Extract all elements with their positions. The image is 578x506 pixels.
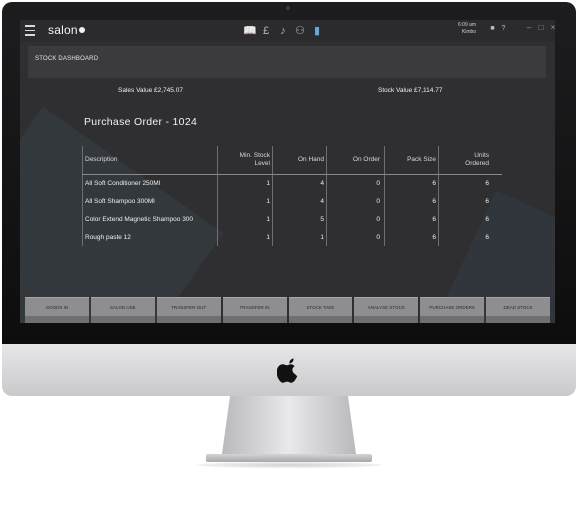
table-row[interactable]: All Soft Shampoo 300Ml 1 4 0 6 6 — [82, 193, 502, 211]
time-text: 6:09 am — [458, 22, 477, 28]
column-header-units-ordered[interactable]: Units Ordered — [439, 146, 489, 174]
cell-on-order: 0 — [376, 198, 380, 205]
pound-icon[interactable]: £ — [260, 24, 272, 38]
monitor-stand-neck — [222, 396, 356, 454]
cell-pack-size: 6 — [432, 216, 436, 223]
menu-icon[interactable] — [25, 25, 35, 36]
table-header: Description Min. Stock Level On Hand On … — [82, 146, 502, 175]
cell-on-order: 0 — [376, 216, 380, 223]
column-header-on-hand[interactable]: On Hand — [273, 146, 324, 174]
cell-on-order: 0 — [376, 180, 380, 187]
clock: 6:09 am Kimbo — [458, 22, 476, 36]
cell-on-hand: 4 — [320, 198, 324, 205]
app-screen: salon 📖 £ ♪ ⚇ ▮ 6:09 am Kimbo ■ ? – □ × … — [20, 20, 555, 323]
secondary-button[interactable] — [354, 316, 419, 323]
restore-icon[interactable]: □ — [537, 24, 545, 32]
cell-min-stock: 1 — [266, 180, 270, 187]
lock-icon[interactable]: ■ — [489, 25, 496, 32]
toolbar-icons: 📖 £ ♪ ⚇ ▮ — [243, 23, 323, 39]
cell-on-hand: 1 — [320, 234, 324, 241]
cell-description: Color Extend Magnetic Shampoo 300 — [85, 216, 194, 223]
cell-min-stock: 1 — [266, 216, 270, 223]
music-icon[interactable]: ♪ — [277, 24, 289, 38]
book-icon[interactable]: 📖 — [243, 24, 257, 38]
secondary-button[interactable] — [222, 316, 287, 323]
monitor-stand-base — [206, 454, 372, 462]
cell-pack-size: 6 — [432, 198, 436, 205]
secondary-button[interactable] — [420, 316, 485, 323]
purchase-orders-button[interactable]: PURCHASE ORDERS — [420, 297, 485, 316]
chart-icon[interactable]: ▮ — [311, 24, 323, 38]
close-icon[interactable]: × — [549, 24, 555, 32]
cell-units-ordered[interactable]: 6 — [439, 211, 489, 229]
table-row[interactable]: All Soft Conditioner 250Ml 1 4 0 6 6 — [82, 175, 502, 193]
goods-in-button[interactable]: GOODS IN — [25, 297, 89, 316]
camera — [286, 6, 290, 10]
window-controls: – □ × — [525, 24, 555, 32]
purchase-order-table: Description Min. Stock Level On Hand On … — [82, 146, 502, 247]
column-header-min-stock[interactable]: Min. Stock Level — [218, 146, 270, 174]
column-header-description[interactable]: Description — [85, 146, 215, 174]
cell-min-stock: 1 — [266, 234, 270, 241]
status-icons: ■ ? — [489, 25, 507, 32]
cell-description: All Soft Conditioner 250Ml — [85, 180, 161, 187]
stock-value: Stock Value £7,114.77 — [378, 87, 443, 94]
purchase-order-title: Purchase Order - 1024 — [84, 116, 198, 128]
cell-description: All Soft Shampoo 300Ml — [85, 198, 155, 205]
dead-stock-button[interactable]: DEAD STOCK — [486, 297, 550, 316]
column-header-on-order[interactable]: On Order — [327, 146, 380, 174]
cell-units-ordered[interactable]: 6 — [439, 175, 489, 193]
sales-value: Sales Value £2,745.07 — [118, 87, 183, 94]
action-bar: GOODS IN SALON USE TRANSFER OUT TRANSFER… — [25, 297, 550, 316]
app-logo: salon — [48, 23, 85, 37]
cell-min-stock: 1 — [266, 198, 270, 205]
secondary-button[interactable] — [25, 316, 89, 323]
transfer-in-button[interactable]: TRANSFER IN — [222, 297, 287, 316]
transfer-out-button[interactable]: TRANSFER OUT — [156, 297, 221, 316]
cell-on-hand: 5 — [320, 216, 324, 223]
cell-on-hand: 4 — [320, 180, 324, 187]
cell-pack-size: 6 — [432, 180, 436, 187]
column-header-pack-size[interactable]: Pack Size — [385, 146, 436, 174]
stock-take-button[interactable]: STOCK TAKE — [288, 297, 353, 316]
secondary-button[interactable] — [288, 316, 353, 323]
secondary-button[interactable] — [486, 316, 550, 323]
top-bar: salon 📖 £ ♪ ⚇ ▮ 6:09 am Kimbo ■ ? – □ × — [20, 20, 555, 42]
action-bar-secondary — [25, 316, 550, 323]
secondary-button[interactable] — [90, 316, 155, 323]
minimize-icon[interactable]: – — [525, 24, 533, 32]
cell-units-ordered[interactable]: 6 — [439, 193, 489, 211]
apple-logo-icon — [277, 358, 298, 383]
cell-pack-size: 6 — [432, 234, 436, 241]
stand-shadow — [196, 462, 382, 468]
page-title: STOCK DASHBOARD — [35, 56, 99, 62]
table-row[interactable]: Color Extend Magnetic Shampoo 300 1 5 0 … — [82, 211, 502, 229]
cell-units-ordered[interactable]: 6 — [439, 229, 489, 247]
cell-description: Rough paste 12 — [85, 234, 131, 241]
secondary-button[interactable] — [156, 316, 221, 323]
analyse-stock-button[interactable]: ANALYSE STOCK — [354, 297, 419, 316]
table-row[interactable]: Rough paste 12 1 1 0 6 6 — [82, 229, 502, 247]
dashboard-header: STOCK DASHBOARD — [28, 46, 546, 78]
people-icon[interactable]: ⚇ — [294, 24, 306, 38]
help-icon[interactable]: ? — [500, 25, 507, 32]
user-name: Kimbo — [461, 29, 477, 35]
salon-use-button[interactable]: SALON USE — [90, 297, 155, 316]
cell-on-order: 0 — [376, 234, 380, 241]
